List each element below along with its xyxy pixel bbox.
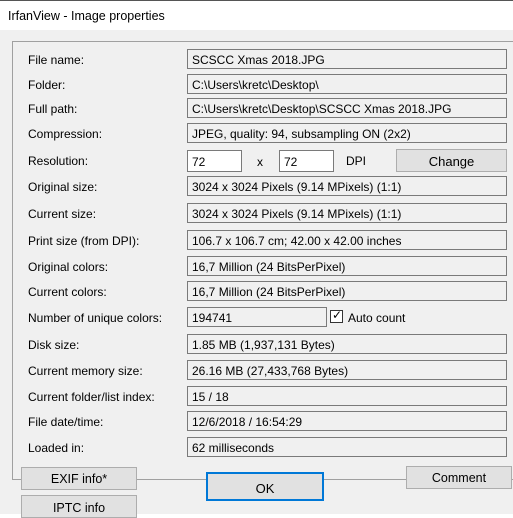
row-unique-colors: Number of unique colors: 194741 ✓ Auto c…: [0, 307, 513, 331]
current-colors-label: Current colors:: [28, 285, 107, 299]
resolution-x-input[interactable]: 72: [187, 150, 242, 172]
change-resolution-button[interactable]: Change: [396, 149, 507, 172]
iptc-info-button[interactable]: IPTC info: [21, 495, 137, 518]
file-name-field[interactable]: SCSCC Xmas 2018.JPG: [187, 49, 507, 69]
resolution-label: Resolution:: [28, 154, 89, 168]
title-bar: IrfanView - Image properties: [0, 0, 513, 30]
unique-colors-label: Number of unique colors:: [28, 311, 163, 325]
disk-size-label: Disk size:: [28, 338, 80, 352]
row-current-colors: Current colors: 16,7 Million (24 BitsPer…: [0, 281, 513, 305]
row-current-size: Current size: 3024 x 3024 Pixels (9.14 M…: [0, 203, 513, 227]
list-index-label: Current folder/list index:: [28, 390, 155, 404]
file-date-label: File date/time:: [28, 415, 104, 429]
ok-button[interactable]: OK: [206, 472, 324, 501]
disk-size-field[interactable]: 1.85 MB (1,937,131 Bytes): [187, 334, 507, 354]
current-colors-field[interactable]: 16,7 Million (24 BitsPerPixel): [187, 281, 507, 301]
full-path-field[interactable]: C:\Users\kretc\Desktop\SCSCC Xmas 2018.J…: [187, 98, 507, 118]
row-compression: Compression: JPEG, quality: 94, subsampl…: [0, 123, 513, 147]
row-file-date: File date/time: 12/6/2018 / 16:54:29: [0, 411, 513, 435]
dialog-client: File name: SCSCC Xmas 2018.JPG Folder: C…: [0, 30, 513, 518]
current-size-label: Current size:: [28, 207, 97, 221]
checkmark-icon: ✓: [332, 308, 343, 322]
auto-count-checkbox[interactable]: ✓: [330, 308, 343, 323]
row-folder: Folder: C:\Users\kretc\Desktop\: [0, 74, 513, 98]
folder-field[interactable]: C:\Users\kretc\Desktop\: [187, 74, 507, 94]
resolution-y-input[interactable]: 72: [279, 150, 334, 172]
original-colors-field[interactable]: 16,7 Million (24 BitsPerPixel): [187, 256, 507, 276]
unique-colors-field[interactable]: 194741: [187, 307, 327, 327]
row-file-name: File name: SCSCC Xmas 2018.JPG: [0, 49, 513, 73]
row-print-size: Print size (from DPI): 106.7 x 106.7 cm;…: [0, 230, 513, 254]
current-size-field[interactable]: 3024 x 3024 Pixels (9.14 MPixels) (1:1): [187, 203, 507, 223]
list-index-field[interactable]: 15 / 18: [187, 386, 507, 406]
exif-info-button[interactable]: EXIF info*: [21, 467, 137, 490]
file-name-label: File name:: [28, 53, 85, 67]
window-title: IrfanView - Image properties: [8, 9, 165, 23]
row-list-index: Current folder/list index: 15 / 18: [0, 386, 513, 410]
comment-button[interactable]: Comment: [406, 466, 512, 489]
original-size-field[interactable]: 3024 x 3024 Pixels (9.14 MPixels) (1:1): [187, 176, 507, 196]
resolution-separator: x: [257, 155, 263, 169]
memory-size-label: Current memory size:: [28, 364, 143, 378]
row-memory-size: Current memory size: 26.16 MB (27,433,76…: [0, 360, 513, 384]
print-size-label: Print size (from DPI):: [28, 234, 140, 248]
print-size-field[interactable]: 106.7 x 106.7 cm; 42.00 x 42.00 inches: [187, 230, 507, 250]
row-loaded-in: Loaded in: 62 milliseconds: [0, 437, 513, 461]
original-colors-label: Original colors:: [28, 260, 109, 274]
loaded-in-field[interactable]: 62 milliseconds: [187, 437, 507, 457]
compression-label: Compression:: [28, 127, 103, 141]
row-disk-size: Disk size: 1.85 MB (1,937,131 Bytes): [0, 334, 513, 358]
full-path-label: Full path:: [28, 102, 78, 116]
memory-size-field[interactable]: 26.16 MB (27,433,768 Bytes): [187, 360, 507, 380]
row-original-size: Original size: 3024 x 3024 Pixels (9.14 …: [0, 176, 513, 200]
file-date-field[interactable]: 12/6/2018 / 16:54:29: [187, 411, 507, 431]
auto-count-label[interactable]: Auto count: [348, 311, 405, 325]
row-resolution: Resolution: 72 x 72 DPI Change: [0, 149, 513, 174]
folder-label: Folder:: [28, 78, 66, 92]
row-original-colors: Original colors: 16,7 Million (24 BitsPe…: [0, 256, 513, 280]
resolution-unit: DPI: [346, 154, 367, 168]
compression-field[interactable]: JPEG, quality: 94, subsampling ON (2x2): [187, 123, 507, 143]
original-size-label: Original size:: [28, 180, 98, 194]
row-full-path: Full path: C:\Users\kretc\Desktop\SCSCC …: [0, 98, 513, 122]
loaded-in-label: Loaded in:: [28, 441, 85, 455]
